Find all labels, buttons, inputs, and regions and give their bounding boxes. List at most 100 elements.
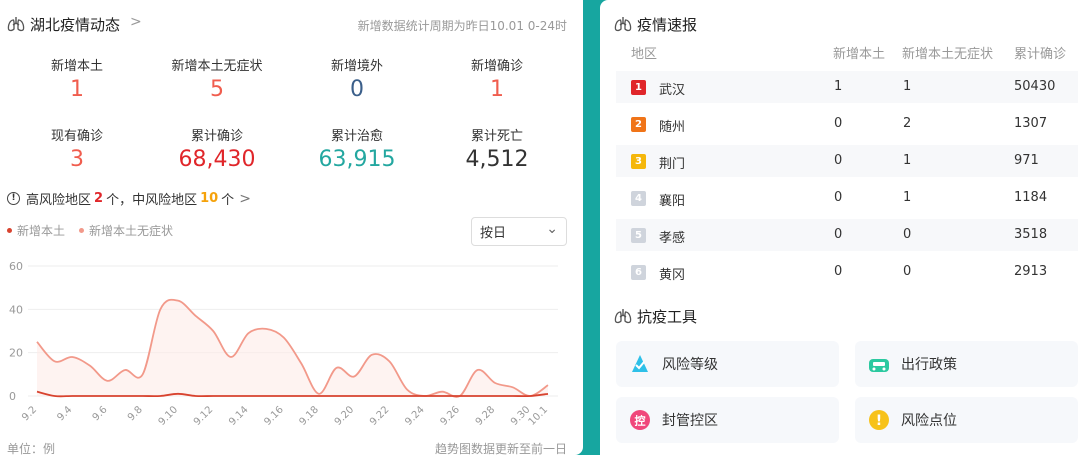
cell-local: 1 [834,79,843,94]
tool-risk-level[interactable]: 风险等级 [616,341,839,387]
stat-value: 5 [210,77,224,102]
x-tick-label: 9.30 [509,404,533,428]
table-row[interactable]: 1 武汉 1 1 50430 [616,71,1078,103]
table-row[interactable]: 2 随州 0 2 1307 [616,108,1078,140]
cell-asym: 0 [903,227,912,242]
mode-select-value: 按日 [480,226,507,241]
x-tick-label: 9.18 [298,404,322,428]
cell-asym: 2 [903,116,912,131]
risk-area-summary[interactable]: ! 高风险地区 2 个，中风险地区 10 个 > [7,189,251,208]
x-tick-label: 9.14 [227,404,251,428]
tool-label: 封管控区 [662,413,718,429]
tool-control-zone[interactable]: 控 封管控区 [616,397,839,443]
stat-item: 累计死亡 4,512 [427,125,567,173]
section-title: 疫情速报 [637,16,698,34]
stat-item: 新增境外 0 [287,55,427,103]
lungs-icon [7,17,25,32]
lungs-icon [614,17,632,32]
cell-local: 0 [834,153,843,168]
cell-local: 0 [834,264,843,279]
tool-label: 风险点位 [901,413,957,429]
tools-title: 抗疫工具 [637,308,698,326]
risk-prefix: 高风险地区 [26,193,92,208]
table-row[interactable]: 5 孝感 0 0 3518 [616,219,1078,251]
epidemic-bulletin-panel: 疫情速报 地区 新增本土 新增本土无症状 累计确诊 1 武汉 1 1 50430 2 随州 0 2 130… [600,0,1078,455]
legend-label: 新增本土无症状 [89,224,174,238]
chevron-right-icon: > [239,190,251,207]
stat-label: 累计死亡 [470,129,523,144]
cell-region: 黄冈 [659,268,686,283]
high-risk-count: 2 [94,191,104,206]
risk-suffix: 个 [221,193,235,208]
cell-local: 0 [834,116,843,131]
table-row[interactable]: 3 荆门 0 1 971 [616,145,1078,177]
hubei-dynamics-panel: 湖北疫情动态 > 新增数据统计周期为昨日10.01 0-24时 新增本土 1 新增本… [0,0,583,455]
legend-label: 新增本土 [17,224,66,238]
rank-badge: 1 [631,80,646,95]
mid-risk-count: 10 [200,191,219,206]
y-tick-label: 40 [9,303,23,316]
x-tick-label: 9.28 [474,404,498,428]
risk-mid-text: 个，中风险地区 [106,193,198,208]
stat-label: 新增境外 [330,59,383,74]
unit-label: 单位：例 [7,442,56,455]
section-title[interactable]: 湖北疫情动态 [30,14,120,35]
tool-risk-point[interactable]: ! 风险点位 [855,397,1078,443]
legend-asymptomatic[interactable]: 新增本土无症状 [79,222,173,239]
stat-label: 新增确诊 [470,59,523,74]
x-tick-label: 9.20 [333,404,357,428]
cell-total: 1307 [1014,116,1048,131]
mode-select[interactable]: 按日 ⌄ [471,217,567,246]
legend-local[interactable]: 新增本土 [7,222,65,239]
table-header: 新增本土 [833,47,886,62]
rank-badge: 2 [631,117,646,132]
cell-asym: 1 [903,190,912,205]
svg-text:控: 控 [635,414,646,428]
rank-badge: 3 [631,154,646,169]
table-header: 新增本土无症状 [902,47,994,62]
cell-local: 0 [834,190,843,205]
x-tick-label: 9.6 [91,404,110,423]
cell-total: 50430 [1014,79,1056,94]
table-header: 累计确诊 [1014,47,1067,62]
stat-value: 68,430 [178,147,256,172]
svg-text:!: ! [876,413,882,429]
table-row[interactable]: 6 黄冈 0 0 2913 [616,256,1078,288]
x-tick-label: 9.12 [192,404,216,428]
cell-local: 0 [834,227,843,242]
stat-value: 0 [350,77,364,102]
legend-dot [7,228,12,233]
tool-label: 风险等级 [662,357,718,373]
stat-item: 累计确诊 68,430 [147,125,287,173]
x-tick-label: 9.4 [55,404,74,423]
x-tick-label: 9.10 [157,404,181,428]
cell-region: 襄阳 [659,194,686,209]
stat-item: 现有确诊 3 [7,125,147,173]
stat-item: 新增本土 1 [7,55,147,103]
stat-value: 1 [490,77,504,102]
chart-footnote: 趋势图数据更新至前一日 [434,442,567,455]
stat-label: 累计确诊 [190,129,243,144]
stat-item: 新增确诊 1 [427,55,567,103]
tool-travel-policy[interactable]: 出行政策 [855,341,1078,387]
cell-region: 荆门 [659,157,686,172]
tool-label: 出行政策 [901,357,957,373]
chevron-right-icon[interactable]: > [130,14,142,30]
rank-badge: 5 [631,228,646,243]
stats-period-note: 新增数据统计周期为昨日10.01 0-24时 [357,19,567,33]
stat-label: 新增本土无症状 [171,59,263,74]
stat-value: 3 [70,147,84,172]
trend-chart[interactable]: 0 20 40 60 9.2 9.4 9.6 9.8 9.10 9.12 9.14 9.16 9.18 9… [0,255,583,435]
cell-total: 971 [1014,153,1039,168]
cell-region: 孝感 [659,231,686,246]
y-tick-label: 0 [9,390,16,403]
table-row[interactable]: 4 襄阳 0 1 1184 [616,182,1078,214]
x-tick-label: 9.26 [438,404,462,428]
chevron-down-icon: ⌄ [546,220,558,237]
stat-label: 新增本土 [50,59,103,74]
risk-point-icon: ! [869,410,889,430]
lungs-icon [614,309,632,324]
risk-level-icon [632,355,648,372]
y-tick-label: 60 [9,260,23,273]
stat-item: 新增本土无症状 5 [147,55,287,103]
